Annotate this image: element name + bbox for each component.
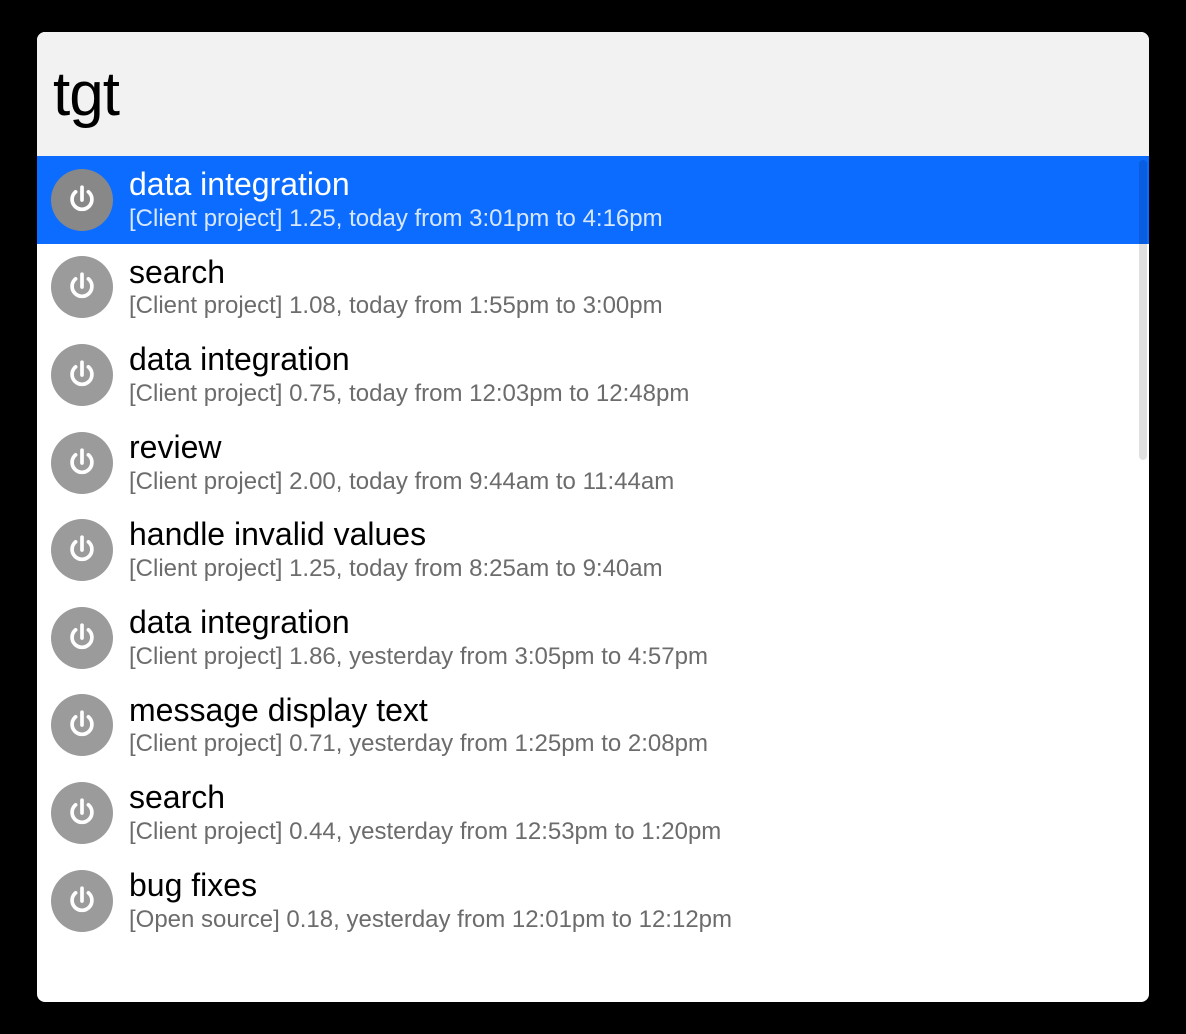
- power-icon: [51, 607, 113, 669]
- result-subtitle: [Client project] 1.86, yesterday from 3:…: [129, 643, 708, 672]
- launcher-window: data integration[Client project] 1.25, t…: [37, 32, 1149, 1002]
- result-text: search[Client project] 0.44, yesterday f…: [129, 779, 721, 847]
- result-item[interactable]: data integration[Client project] 1.25, t…: [37, 156, 1149, 244]
- power-icon: [51, 344, 113, 406]
- result-item[interactable]: handle invalid values[Client project] 1.…: [37, 506, 1149, 594]
- result-title: search: [129, 779, 721, 816]
- result-title: review: [129, 429, 674, 466]
- result-title: search: [129, 254, 663, 291]
- result-item[interactable]: search[Client project] 0.44, yesterday f…: [37, 769, 1149, 857]
- result-title: bug fixes: [129, 867, 732, 904]
- scrollbar[interactable]: [1139, 160, 1147, 460]
- result-text: data integration[Client project] 1.86, y…: [129, 604, 708, 672]
- result-subtitle: [Client project] 0.71, yesterday from 1:…: [129, 730, 708, 759]
- search-area: [37, 32, 1149, 156]
- result-item[interactable]: data integration[Client project] 1.86, y…: [37, 594, 1149, 682]
- result-subtitle: [Client project] 1.25, today from 8:25am…: [129, 555, 663, 584]
- power-icon: [51, 782, 113, 844]
- result-item[interactable]: message display text[Client project] 0.7…: [37, 682, 1149, 770]
- power-icon: [51, 432, 113, 494]
- result-item[interactable]: bug fixes[Open source] 0.18, yesterday f…: [37, 857, 1149, 945]
- result-title: data integration: [129, 166, 663, 203]
- result-text: data integration[Client project] 0.75, t…: [129, 341, 689, 409]
- power-icon: [51, 256, 113, 318]
- result-text: message display text[Client project] 0.7…: [129, 692, 708, 760]
- result-item[interactable]: search[Client project] 1.08, today from …: [37, 244, 1149, 332]
- power-icon: [51, 870, 113, 932]
- result-text: bug fixes[Open source] 0.18, yesterday f…: [129, 867, 732, 935]
- result-subtitle: [Client project] 0.44, yesterday from 12…: [129, 818, 721, 847]
- result-subtitle: [Client project] 1.25, today from 3:01pm…: [129, 205, 663, 234]
- result-subtitle: [Client project] 0.75, today from 12:03p…: [129, 380, 689, 409]
- result-subtitle: [Client project] 2.00, today from 9:44am…: [129, 468, 674, 497]
- result-item[interactable]: review[Client project] 2.00, today from …: [37, 419, 1149, 507]
- result-subtitle: [Open source] 0.18, yesterday from 12:01…: [129, 906, 732, 935]
- result-title: data integration: [129, 604, 708, 641]
- search-input[interactable]: [53, 59, 1133, 130]
- result-text: search[Client project] 1.08, today from …: [129, 254, 663, 322]
- power-icon: [51, 519, 113, 581]
- power-icon: [51, 169, 113, 231]
- result-title: handle invalid values: [129, 516, 663, 553]
- result-title: message display text: [129, 692, 708, 729]
- result-item[interactable]: data integration[Client project] 0.75, t…: [37, 331, 1149, 419]
- result-text: review[Client project] 2.00, today from …: [129, 429, 674, 497]
- result-title: data integration: [129, 341, 689, 378]
- result-text: handle invalid values[Client project] 1.…: [129, 516, 663, 584]
- results-list: data integration[Client project] 1.25, t…: [37, 156, 1149, 1002]
- result-text: data integration[Client project] 1.25, t…: [129, 166, 663, 234]
- result-subtitle: [Client project] 1.08, today from 1:55pm…: [129, 292, 663, 321]
- power-icon: [51, 694, 113, 756]
